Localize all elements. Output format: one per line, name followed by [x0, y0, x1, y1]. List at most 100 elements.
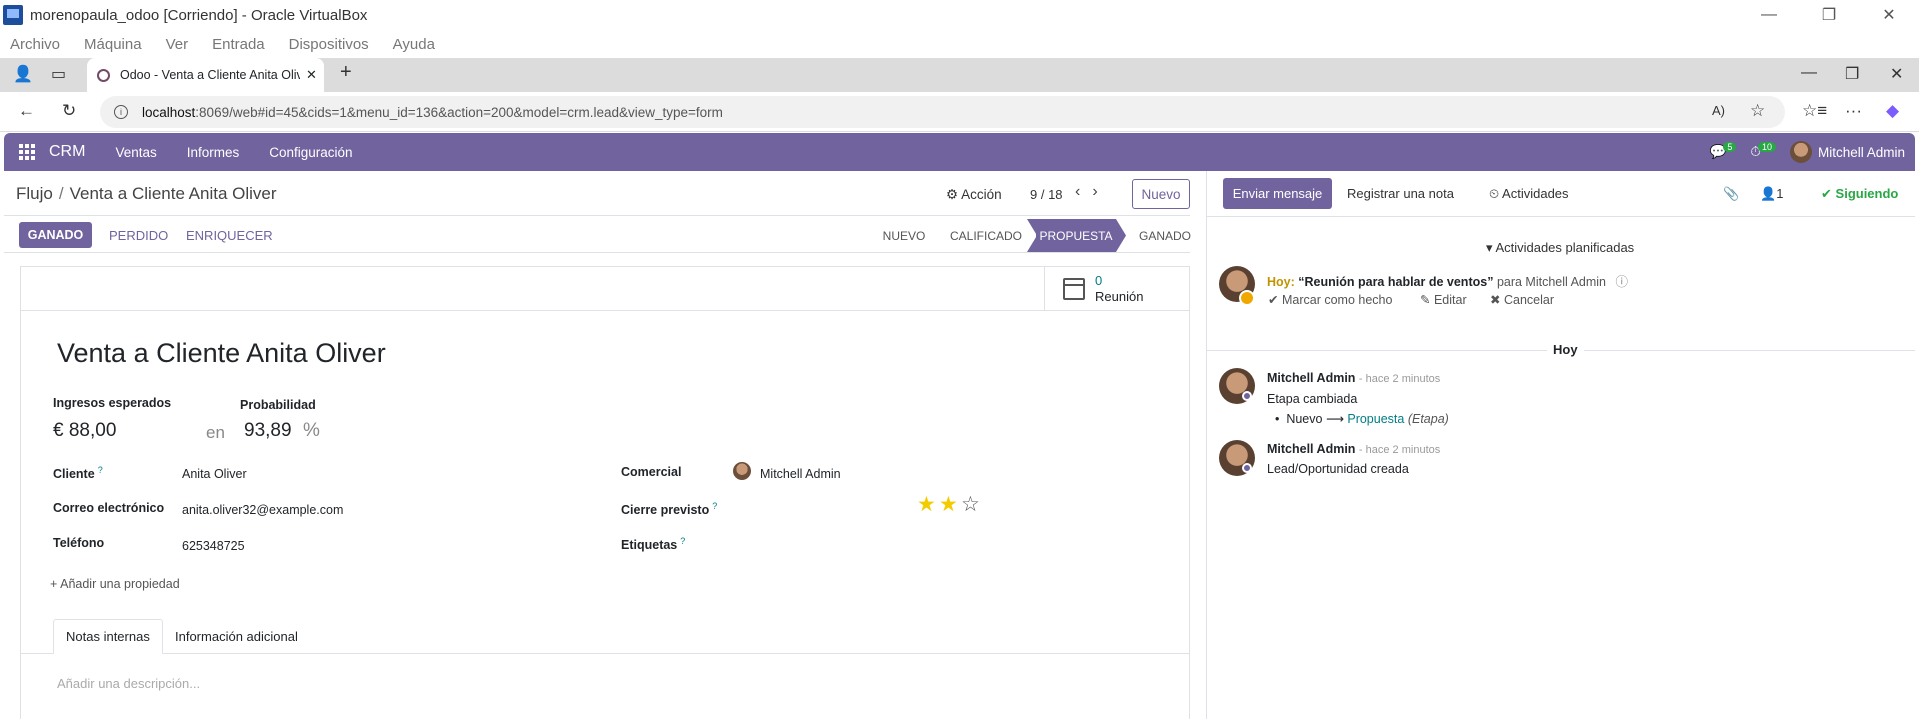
browser-tab-active[interactable]: Odoo - Venta a Cliente Anita Oliver ✕ — [87, 58, 324, 92]
more-menu-icon[interactable]: ··· — [1845, 101, 1862, 121]
copilot-icon[interactable]: ◆ — [1886, 101, 1899, 121]
back-icon[interactable]: ← — [18, 101, 35, 121]
phone-label: Teléfono — [53, 536, 105, 550]
menu-entrada[interactable]: Entrada — [212, 36, 265, 53]
stage-nuevo[interactable]: NUEVO — [874, 219, 934, 252]
clock-icon: ⏲ — [1489, 186, 1500, 201]
pencil-icon: ✎ — [1420, 293, 1431, 307]
menu-maquina[interactable]: Máquina — [84, 36, 142, 53]
activity-assignee: para Mitchell Admin — [1496, 275, 1607, 289]
reload-icon[interactable]: ↻ — [62, 101, 76, 121]
customer-help-icon[interactable]: ? — [98, 465, 103, 475]
profile-icon[interactable]: 👤 — [13, 64, 33, 84]
window-title: morenopaula_odoo [Corriendo] - Oracle Vi… — [30, 6, 368, 24]
deadline-help-icon[interactable]: ? — [712, 501, 717, 511]
apps-menu-icon[interactable] — [19, 144, 35, 160]
salesperson-field[interactable]: Mitchell Admin — [760, 467, 841, 481]
following-button[interactable]: ✔ Siguiendo — [1821, 186, 1898, 202]
tab-close-icon[interactable]: ✕ — [306, 67, 317, 83]
read-aloud-icon[interactable]: A) — [1712, 103, 1725, 118]
menu-ventas[interactable]: Ventas — [115, 145, 156, 160]
phone-field[interactable]: 625348725 — [182, 539, 245, 553]
breadcrumb-parent[interactable]: Flujo — [16, 184, 53, 203]
stage-arrow-right — [1116, 219, 1126, 252]
meeting-activity-icon — [1239, 290, 1255, 306]
edit-activity-link[interactable]: ✎ Editar — [1420, 292, 1467, 307]
log-note-button[interactable]: Registrar una nota — [1347, 186, 1454, 201]
user-name[interactable]: Mitchell Admin — [1818, 145, 1905, 160]
activity-summary-line: Hoy: “Reunión para hablar de ventos” par… — [1267, 271, 1628, 290]
expected-revenue-field[interactable]: € 88,00 — [53, 420, 116, 442]
arrow-right-icon: ⟶ — [1325, 412, 1344, 426]
enrich-button[interactable]: ENRIQUECER — [186, 228, 273, 243]
message-body: Etapa cambiada — [1267, 392, 1358, 406]
pager-value[interactable]: 9 / 18 — [1030, 187, 1063, 202]
browser-minimize-icon[interactable]: — — [1801, 64, 1817, 82]
probability-field[interactable]: 93,89 — [244, 420, 292, 442]
cancel-activity-link[interactable]: ✖ Cancelar — [1490, 292, 1554, 307]
planned-activities-toggle[interactable]: ▾ Actividades planificadas — [1486, 240, 1634, 256]
person-icon: 👤 — [1760, 186, 1777, 201]
activity-info-icon[interactable]: ⓘ — [1616, 275, 1629, 289]
minimize-icon[interactable]: — — [1739, 0, 1799, 30]
action-menu-button[interactable]: ⚙ Acción — [946, 187, 1002, 203]
user-avatar[interactable] — [1789, 141, 1812, 163]
address-bar[interactable]: i localhost:8069/web#id=45&cids=1&menu_i… — [100, 96, 1785, 128]
menu-configuracion[interactable]: Configuración — [269, 145, 352, 160]
attachments-icon[interactable]: 📎 — [1723, 186, 1739, 202]
pager-prev-icon[interactable]: ‹ — [1075, 183, 1092, 200]
mark-won-button[interactable]: GANADO — [19, 222, 92, 248]
activity-title: “Reunión para hablar de ventos” — [1298, 275, 1494, 289]
pager-next-icon[interactable]: › — [1092, 183, 1109, 200]
menu-dispositivos[interactable]: Dispositivos — [289, 36, 369, 53]
meeting-smart-button[interactable]: 0 Reunión — [1044, 267, 1189, 311]
priority-star-icon[interactable]: ☆ — [961, 494, 980, 515]
menu-informes[interactable]: Informes — [187, 145, 240, 160]
description-field[interactable]: Añadir una descripción... — [57, 676, 200, 691]
restore-icon[interactable]: ❐ — [1799, 0, 1859, 30]
tab-internal-notes[interactable]: Notas internas — [53, 619, 163, 654]
followers-button[interactable]: 👤1 — [1760, 186, 1783, 202]
tab-additional-info[interactable]: Información adicional — [163, 619, 310, 654]
browser-close-icon[interactable]: ✕ — [1890, 64, 1903, 84]
send-message-button[interactable]: Enviar mensaje — [1223, 178, 1332, 209]
messages-badge: 5 — [1723, 142, 1737, 152]
menu-ayuda[interactable]: Ayuda — [393, 36, 435, 53]
new-button[interactable]: Nuevo — [1132, 179, 1190, 209]
message-body: Lead/Oportunidad creada — [1267, 462, 1409, 476]
stage-calificado[interactable]: CALIFICADO — [945, 219, 1027, 252]
check-icon: ✔ — [1268, 293, 1279, 307]
salesperson-label: Comercial — [621, 465, 682, 479]
button-box — [21, 267, 1189, 311]
tags-label: Etiquetas? — [621, 536, 686, 553]
url-text: localhost:8069/web#id=45&cids=1&menu_id=… — [142, 104, 723, 120]
vbox-title-bar: morenopaula_odoo [Corriendo] - Oracle Vi… — [0, 0, 1919, 30]
stage-propuesta[interactable]: PROPUESTA — [1036, 219, 1116, 252]
new-tab-icon[interactable]: + — [340, 61, 352, 84]
customer-field[interactable]: Anita Oliver — [182, 467, 247, 481]
tags-help-icon[interactable]: ? — [680, 536, 685, 546]
breadcrumb: Flujo / Venta a Cliente Anita Oliver — [16, 184, 277, 203]
mark-done-link[interactable]: ✔ Marcar como hecho — [1268, 292, 1392, 307]
menu-ver[interactable]: Ver — [166, 36, 189, 53]
customer-label: Cliente? — [53, 465, 103, 482]
email-field[interactable]: anita.oliver32@example.com — [182, 503, 343, 517]
site-info-icon[interactable]: i — [114, 105, 128, 119]
browser-restore-icon[interactable]: ❐ — [1845, 64, 1859, 84]
mark-lost-button[interactable]: PERDIDO — [109, 228, 168, 243]
priority-star-icon[interactable]: ★ — [939, 494, 958, 515]
favorite-star-icon[interactable]: ☆ — [1750, 101, 1765, 121]
menu-archivo[interactable]: Archivo — [10, 36, 60, 53]
close-icon[interactable]: ✕ — [1859, 0, 1919, 30]
add-property-button[interactable]: + Añadir una propiedad — [50, 577, 180, 591]
record-title[interactable]: Venta a Cliente Anita Oliver — [57, 338, 386, 369]
priority-star-icon[interactable]: ★ — [917, 494, 936, 515]
breadcrumb-current: Venta a Cliente Anita Oliver — [69, 184, 277, 203]
times-icon: ✖ — [1490, 293, 1501, 307]
stage-ganado[interactable]: GANADO — [1135, 219, 1195, 252]
tab-actions-icon[interactable]: ▭ — [51, 64, 66, 84]
favorites-list-icon[interactable]: ☆≡ — [1802, 101, 1827, 121]
app-brand[interactable]: CRM — [49, 143, 85, 161]
activities-button[interactable]: ⏲ Actividades — [1489, 186, 1569, 202]
stage-arrow-left — [1027, 219, 1037, 252]
